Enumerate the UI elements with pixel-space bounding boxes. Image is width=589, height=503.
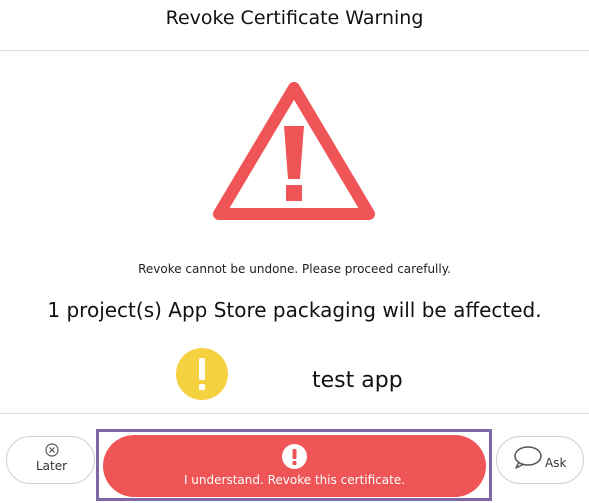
warning-triangle-icon bbox=[213, 82, 375, 222]
revoke-button-label: I understand. Revoke this certificate. bbox=[183, 473, 406, 487]
speech-bubble-icon bbox=[513, 446, 543, 470]
affected-project-row: test app bbox=[0, 346, 589, 402]
later-button[interactable]: Later bbox=[6, 436, 95, 484]
close-circle-icon bbox=[45, 442, 59, 457]
dialog-title: Revoke Certificate Warning bbox=[165, 7, 424, 29]
revoke-certificate-dialog: Revoke Certificate Warning Revoke cannot… bbox=[0, 0, 589, 503]
ask-button-label: Ask bbox=[545, 456, 567, 470]
affected-projects-message: 1 project(s) App Store packaging will be… bbox=[47, 298, 542, 322]
warning-circle-icon bbox=[176, 348, 228, 400]
exclamation-circle-icon bbox=[282, 444, 307, 469]
later-button-label: Later bbox=[35, 459, 68, 473]
revoke-certificate-button[interactable]: I understand. Revoke this certificate. bbox=[103, 435, 486, 497]
dialog-header: Revoke Certificate Warning bbox=[0, 0, 589, 51]
caution-message: Revoke cannot be undone. Please proceed … bbox=[138, 262, 451, 276]
project-name: test app bbox=[312, 368, 403, 393]
ask-button[interactable]: Ask bbox=[496, 436, 584, 484]
